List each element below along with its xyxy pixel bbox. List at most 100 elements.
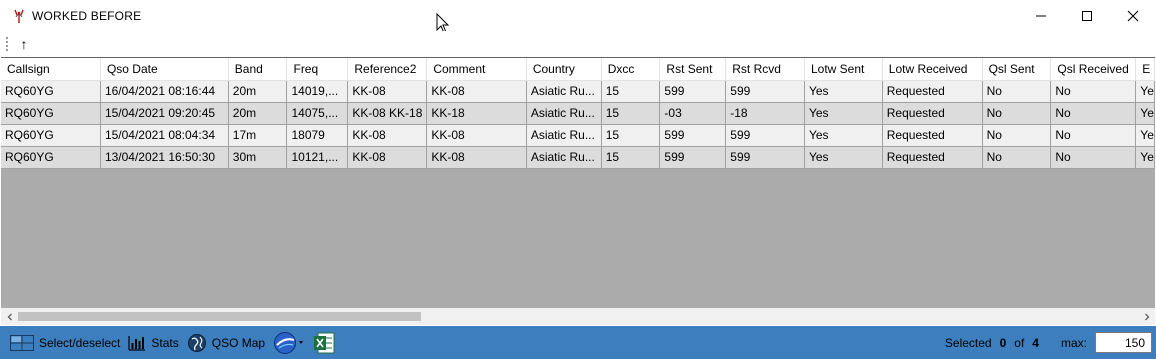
column-header[interactable]: Band [228, 58, 288, 81]
scroll-right-button[interactable] [1138, 308, 1155, 325]
table-cell[interactable]: 15 [601, 146, 661, 169]
select-deselect-button[interactable]: Select/deselect [0, 326, 124, 359]
column-header[interactable]: Rst Sent [659, 58, 727, 81]
table-cell[interactable]: RQ60YG [1, 102, 101, 125]
worked-before-grid[interactable]: Callsign Qso Date Band Freq Reference2 C… [1, 57, 1155, 308]
table-cell[interactable]: KK-08 [347, 124, 428, 147]
table-cell[interactable]: Requested [882, 80, 983, 103]
table-cell[interactable]: No [1050, 146, 1137, 169]
stats-button[interactable]: Stats [124, 326, 182, 359]
horizontal-scrollbar[interactable] [1, 308, 1155, 325]
table-cell[interactable]: RQ60YG [1, 80, 101, 103]
column-header[interactable]: E [1135, 58, 1155, 81]
table-cell[interactable]: 15 [601, 80, 661, 103]
table-cell[interactable]: 599 [725, 146, 805, 169]
maximize-button[interactable] [1064, 0, 1110, 31]
table-cell[interactable]: 599 [659, 80, 727, 103]
table-cell[interactable]: Ye [1135, 102, 1155, 125]
scroll-left-button[interactable] [1, 308, 18, 325]
column-header[interactable]: Rst Rcvd [725, 58, 805, 81]
table-cell[interactable]: No [1050, 124, 1137, 147]
table-cell[interactable]: 599 [725, 80, 805, 103]
table-cell[interactable]: Ye [1135, 146, 1155, 169]
table-cell[interactable]: Requested [882, 146, 983, 169]
column-header[interactable]: Qsl Received [1050, 58, 1137, 81]
table-cell[interactable]: 17m [228, 124, 288, 147]
column-header[interactable]: Callsign [1, 58, 101, 81]
table-cell[interactable]: 10121,... [286, 146, 349, 169]
table-cell[interactable]: 14019,... [286, 80, 349, 103]
table-cell[interactable]: KK-08 [426, 146, 527, 169]
table-cell[interactable]: KK-08 KK-18 [347, 102, 428, 125]
table-cell[interactable]: Yes [804, 124, 883, 147]
minimize-button[interactable] [1018, 0, 1064, 31]
table-cell[interactable]: No [1050, 102, 1137, 125]
table-cell[interactable]: KK-18 [426, 102, 527, 125]
column-header[interactable]: Lotw Sent [804, 58, 883, 81]
table-cell[interactable]: No [982, 146, 1052, 169]
table-cell[interactable]: 599 [659, 146, 727, 169]
excel-icon [314, 332, 335, 353]
table-cell[interactable]: No [982, 102, 1052, 125]
up-arrow-button[interactable]: ↑ [17, 35, 31, 53]
table-cell[interactable]: RQ60YG [1, 146, 101, 169]
table-cell[interactable]: Asiatic Ru... [526, 102, 602, 125]
table-cell[interactable]: 18079 [286, 124, 349, 147]
table-row[interactable]: RQ60YG 15/04/2021 08:04:34 17m 18079 KK-… [1, 124, 1155, 147]
table-row[interactable]: RQ60YG 13/04/2021 16:50:30 30m 10121,...… [1, 146, 1155, 169]
table-cell[interactable]: Asiatic Ru... [526, 124, 602, 147]
table-cell[interactable]: 13/04/2021 16:50:30 [100, 146, 229, 169]
table-cell[interactable]: No [982, 80, 1052, 103]
table-cell[interactable]: Requested [882, 102, 983, 125]
table-cell[interactable]: 15 [601, 102, 661, 125]
table-cell[interactable]: 15 [601, 124, 661, 147]
table-cell[interactable]: 14075,... [286, 102, 349, 125]
table-cell[interactable]: Yes [804, 146, 883, 169]
max-input[interactable] [1095, 332, 1152, 353]
table-cell[interactable]: 15/04/2021 08:04:34 [100, 124, 229, 147]
table-cell[interactable]: Requested [882, 124, 983, 147]
selected-count: 0 [999, 335, 1007, 350]
table-cell[interactable]: -03 [659, 102, 727, 125]
table-cell[interactable]: Asiatic Ru... [526, 146, 602, 169]
scroll-thumb[interactable] [18, 312, 421, 321]
table-cell[interactable]: No [1050, 80, 1137, 103]
column-header[interactable]: Country [526, 58, 602, 81]
scroll-track[interactable] [18, 308, 1138, 325]
excel-export-button[interactable] [309, 326, 339, 359]
table-cell[interactable]: 30m [228, 146, 288, 169]
table-cell[interactable]: KK-08 [347, 80, 428, 103]
table-row[interactable]: RQ60YG 16/04/2021 08:16:44 20m 14019,...… [1, 80, 1155, 103]
toolbar-grip[interactable] [6, 36, 9, 51]
table-cell[interactable]: 20m [228, 102, 288, 125]
table-cell[interactable]: Ye [1135, 80, 1155, 103]
column-header[interactable]: Comment [426, 58, 527, 81]
table-cell[interactable]: -18 [725, 102, 805, 125]
column-header[interactable]: Qsl Sent [982, 58, 1052, 81]
column-header[interactable]: Freq [286, 58, 349, 81]
table-cell[interactable]: No [982, 124, 1052, 147]
column-header[interactable]: Lotw Received [882, 58, 983, 81]
select-grid-icon [10, 334, 34, 351]
selection-summary: Selected 0 of 4 max: [945, 326, 1156, 359]
table-cell[interactable]: Yes [804, 102, 883, 125]
table-row[interactable]: RQ60YG 15/04/2021 09:20:45 20m 14075,...… [1, 102, 1155, 125]
table-cell[interactable]: 599 [659, 124, 727, 147]
table-cell[interactable]: KK-08 [347, 146, 428, 169]
qso-map-button[interactable]: QSO Map [183, 326, 269, 359]
table-cell[interactable]: RQ60YG [1, 124, 101, 147]
table-cell[interactable]: Asiatic Ru... [526, 80, 602, 103]
google-earth-dropdown[interactable] [269, 326, 309, 359]
column-header[interactable]: Dxcc [601, 58, 661, 81]
column-header[interactable]: Reference2 [347, 58, 428, 81]
table-cell[interactable]: KK-08 [426, 80, 527, 103]
table-cell[interactable]: 16/04/2021 08:16:44 [100, 80, 229, 103]
table-cell[interactable]: 20m [228, 80, 288, 103]
table-cell[interactable]: 599 [725, 124, 805, 147]
table-cell[interactable]: KK-08 [426, 124, 527, 147]
table-cell[interactable]: 15/04/2021 09:20:45 [100, 102, 229, 125]
table-cell[interactable]: Yes [804, 80, 883, 103]
column-header[interactable]: Qso Date [100, 58, 229, 81]
close-button[interactable] [1110, 0, 1156, 31]
table-cell[interactable]: Ye [1135, 124, 1155, 147]
